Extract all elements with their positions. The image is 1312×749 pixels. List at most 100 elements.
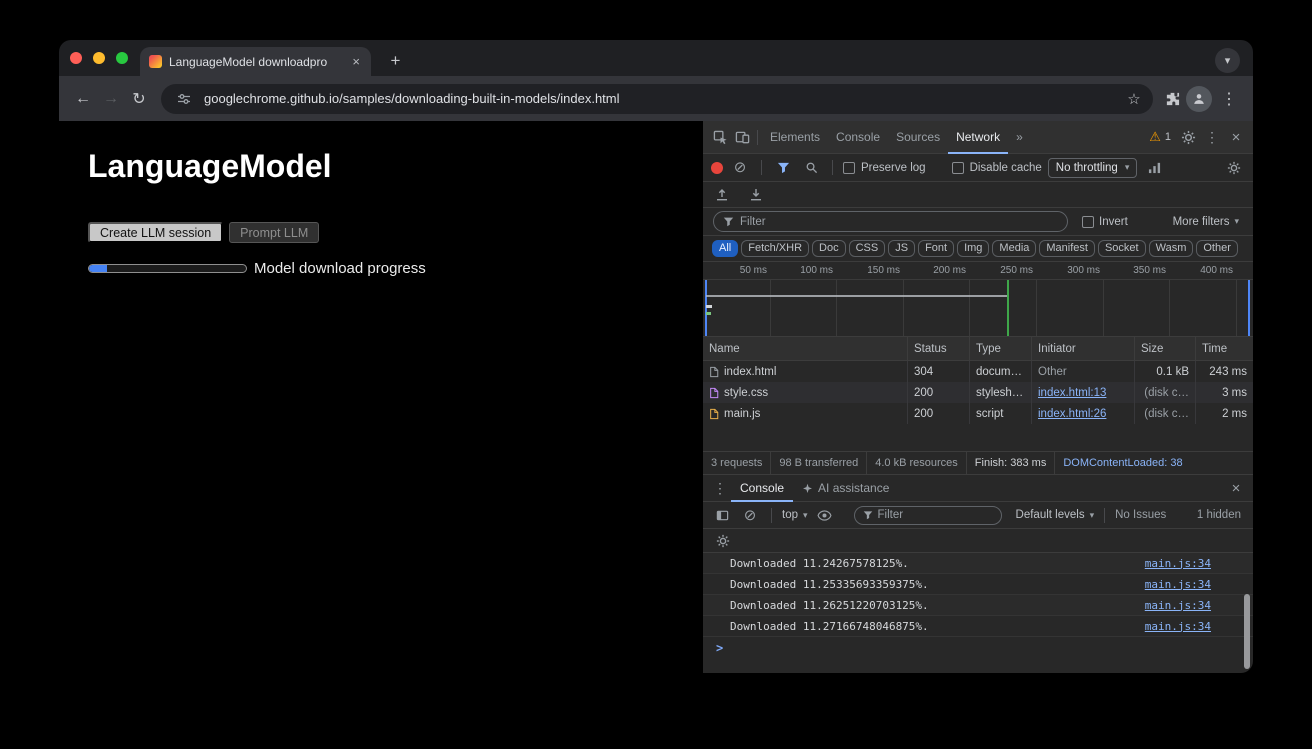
network-request-list: index.html 304 docum… Other 0.1 kB 243 m…: [703, 361, 1253, 424]
drawer-close-button[interactable]: ×: [1225, 477, 1247, 499]
initiator-link[interactable]: index.html:26: [1038, 408, 1106, 420]
drawer-menu-button[interactable]: ⋮: [709, 477, 731, 499]
profile-avatar[interactable]: [1186, 86, 1212, 112]
timeline-tick: 300 ms: [1043, 265, 1100, 276]
back-button[interactable]: ←: [69, 85, 97, 113]
tab-console[interactable]: Console: [828, 121, 888, 154]
button-row: Create LLM session Prompt LLM: [88, 222, 319, 243]
reload-button[interactable]: ↻: [125, 85, 153, 113]
zoom-window-button[interactable]: [116, 52, 128, 64]
filter-chip-img[interactable]: Img: [957, 240, 989, 257]
message-source-link[interactable]: main.js:34: [1145, 557, 1211, 570]
invert-label[interactable]: Invert: [1099, 216, 1128, 228]
filter-chip-other[interactable]: Other: [1196, 240, 1238, 257]
context-selector[interactable]: top ▾: [782, 509, 808, 521]
filter-chip-js[interactable]: JS: [888, 240, 915, 257]
drawer-tab-console[interactable]: Console: [731, 474, 793, 502]
invert-checkbox[interactable]: [1082, 216, 1094, 228]
filter-chip-all[interactable]: All: [712, 240, 738, 257]
device-toolbar-icon[interactable]: [731, 126, 753, 148]
browser-tab[interactable]: LanguageModel downloadpro ×: [140, 47, 371, 76]
network-filter-input[interactable]: [740, 216, 1058, 228]
inspect-element-icon[interactable]: [709, 126, 731, 148]
new-tab-button[interactable]: +: [383, 48, 408, 73]
console-filter-input[interactable]: [878, 509, 993, 521]
extensions-icon[interactable]: [1161, 88, 1183, 110]
request-status: 200: [908, 403, 970, 424]
console-settings-gear-icon[interactable]: [712, 530, 734, 552]
table-row[interactable]: index.html 304 docum… Other 0.1 kB 243 m…: [703, 361, 1253, 382]
filter-chip-doc[interactable]: Doc: [812, 240, 846, 257]
request-status: 200: [908, 382, 970, 403]
tab-elements[interactable]: Elements: [762, 121, 828, 154]
devtools-menu-button[interactable]: ⋮: [1201, 126, 1223, 148]
console-sidebar-icon[interactable]: [711, 504, 733, 526]
network-settings-gear-icon[interactable]: [1223, 157, 1245, 179]
close-window-button[interactable]: [70, 52, 82, 64]
message-source-link[interactable]: main.js:34: [1145, 620, 1211, 633]
filter-chip-manifest[interactable]: Manifest: [1039, 240, 1095, 257]
column-header-time[interactable]: Time: [1196, 337, 1253, 360]
column-header-type[interactable]: Type: [970, 337, 1032, 360]
filter-chip-font[interactable]: Font: [918, 240, 954, 257]
column-header-name[interactable]: Name: [703, 337, 908, 360]
log-levels-select[interactable]: Default levels ▾: [1016, 509, 1095, 521]
column-header-status[interactable]: Status: [908, 337, 970, 360]
filter-chip-fetch-xhr[interactable]: Fetch/XHR: [741, 240, 809, 257]
table-row[interactable]: main.js 200 script index.html:26 (disk c…: [703, 403, 1253, 424]
message-source-link[interactable]: main.js:34: [1145, 578, 1211, 591]
devtools-close-button[interactable]: ×: [1225, 126, 1247, 148]
column-header-initiator[interactable]: Initiator: [1032, 337, 1135, 360]
divider: [832, 160, 833, 175]
network-overview-timeline[interactable]: 50 ms 100 ms 150 ms 200 ms 250 ms 300 ms…: [703, 262, 1253, 337]
create-llm-session-button[interactable]: Create LLM session: [88, 222, 223, 243]
throttling-select[interactable]: No throttling ▾: [1048, 158, 1138, 178]
filter-toggle-icon[interactable]: [772, 157, 794, 179]
progress-label: Model download progress: [254, 260, 426, 277]
filter-chip-socket[interactable]: Socket: [1098, 240, 1146, 257]
network-conditions-icon[interactable]: [1143, 157, 1165, 179]
more-filters-button[interactable]: More filters ▾: [1173, 216, 1243, 228]
forward-button[interactable]: →: [97, 85, 125, 113]
console-input[interactable]: >: [703, 637, 1253, 661]
export-har-icon[interactable]: [745, 184, 767, 206]
disable-cache-label[interactable]: Disable cache: [970, 162, 1042, 174]
request-status: 304: [908, 361, 970, 382]
import-har-icon[interactable]: [711, 184, 733, 206]
warning-icon[interactable]: ⚠: [1149, 129, 1161, 145]
record-button[interactable]: [711, 162, 723, 174]
scrollbar-thumb[interactable]: [1244, 594, 1250, 669]
timeline-tick: 150 ms: [843, 265, 900, 276]
no-issues-label[interactable]: No Issues: [1115, 509, 1166, 521]
issue-count[interactable]: 1: [1165, 131, 1171, 143]
hidden-messages-count[interactable]: 1 hidden: [1197, 509, 1245, 521]
clear-network-button[interactable]: ⊘: [729, 157, 751, 179]
table-row[interactable]: style.css 200 stylesh… index.html:13 (di…: [703, 382, 1253, 403]
drawer-tab-ai-assistance[interactable]: AI assistance: [793, 474, 898, 502]
message-source-link[interactable]: main.js:34: [1145, 599, 1211, 612]
disable-cache-checkbox[interactable]: [952, 162, 964, 174]
filter-chip-media[interactable]: Media: [992, 240, 1036, 257]
tab-network[interactable]: Network: [948, 121, 1008, 154]
search-icon[interactable]: [800, 157, 822, 179]
devtools-settings-gear-icon[interactable]: [1177, 126, 1199, 148]
address-bar[interactable]: googlechrome.github.io/samples/downloadi…: [161, 84, 1153, 114]
network-filter-row: Invert More filters ▾: [703, 208, 1253, 236]
prompt-llm-button[interactable]: Prompt LLM: [229, 222, 319, 243]
browser-menu-button[interactable]: ⋮: [1215, 85, 1243, 113]
eye-icon[interactable]: [814, 504, 836, 526]
more-tabs-button[interactable]: »: [1008, 121, 1031, 154]
filter-chip-css[interactable]: CSS: [849, 240, 886, 257]
preserve-log-checkbox[interactable]: [843, 162, 855, 174]
site-info-icon[interactable]: [173, 88, 195, 110]
initiator-link[interactable]: index.html:13: [1038, 387, 1106, 399]
tab-sources[interactable]: Sources: [888, 121, 948, 154]
tab-close-button[interactable]: ×: [350, 54, 362, 69]
minimize-window-button[interactable]: [93, 52, 105, 64]
filter-chip-wasm[interactable]: Wasm: [1149, 240, 1194, 257]
column-header-size[interactable]: Size: [1135, 337, 1196, 360]
preserve-log-label[interactable]: Preserve log: [861, 162, 926, 174]
tab-search-button[interactable]: ▾: [1215, 48, 1240, 73]
clear-console-button[interactable]: ⊘: [739, 504, 761, 526]
bookmark-star-button[interactable]: ☆: [1123, 88, 1145, 110]
